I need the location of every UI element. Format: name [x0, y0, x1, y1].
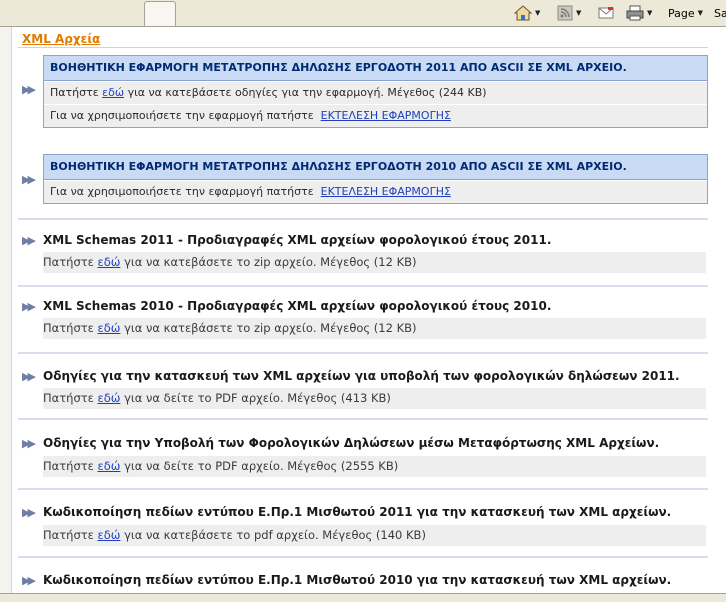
feeds-button[interactable]: ▼ [557, 4, 581, 22]
item-title: Κωδικοποίηση πεδίων εντύπου Ε.Πρ.1 Μισθω… [43, 573, 672, 587]
entry-divider [18, 285, 708, 287]
page-content: XML Αρχεία ▶▶ ΒΟΗΘΗΤΙΚΗ ΕΦΑΡΜΟΓΗ ΜΕΤΑΤΡΟ… [18, 27, 708, 593]
row-prefix: Πατήστε [50, 86, 99, 99]
entry-divider [18, 352, 708, 354]
item-download-row: Πατήστε εδώ για να κατεβάσετε το zip αρχ… [43, 252, 706, 273]
row-suffix: για να δείτε το PDF αρχείο. Μέγεθος (255… [124, 459, 399, 473]
double-arrow-icon: ▶▶ [22, 83, 36, 96]
download-link[interactable]: εδώ [98, 459, 121, 473]
double-arrow-icon: ▶▶ [22, 574, 36, 587]
download-link[interactable]: εδώ [98, 321, 121, 335]
app-box-2010: ΒΟΗΘΗΤΙΚΗ ΕΦΑΡΜΟΓΗ ΜΕΤΑΤΡΟΠΗΣ ΔΗΛΩΣΗΣ ΕΡ… [43, 154, 708, 204]
home-button[interactable]: ▼ [514, 4, 540, 22]
row-prefix: Πατήστε [43, 321, 94, 335]
page-menu[interactable]: Page ▼ [668, 4, 703, 22]
instructions-download-link[interactable]: εδώ [102, 86, 124, 99]
row-suffix: για να κατεβάσετε οδηγίες για την εφαρμο… [127, 86, 487, 99]
home-icon [514, 5, 532, 21]
run-app-row: Για να χρησιμοποιήσετε την εφαρμογή πατή… [44, 180, 707, 203]
item-title: XML Schemas 2010 - Προδιαγραφές XML αρχε… [43, 299, 552, 313]
chevron-down-icon: ▼ [535, 9, 541, 17]
mail-icon [598, 7, 614, 19]
item-download-row: Πατήστε εδώ για να κατεβάσετε το pdf αρχ… [43, 525, 706, 546]
chevron-down-icon: ▼ [647, 9, 653, 17]
row-suffix: για να κατεβάσετε το pdf αρχείο. Μέγεθος… [124, 528, 426, 542]
rss-feed-icon [557, 5, 573, 21]
print-button[interactable]: ▼ [626, 4, 652, 22]
safety-menu[interactable]: Sa [714, 4, 726, 22]
printer-icon [626, 5, 644, 21]
row-prefix: Πατήστε [43, 391, 94, 405]
read-mail-button[interactable] [598, 4, 614, 22]
double-arrow-icon: ▶▶ [22, 370, 36, 383]
item-download-row: Πατήστε εδώ για να κατεβάσετε το zip αρχ… [43, 318, 706, 339]
download-link[interactable]: εδώ [98, 528, 121, 542]
row-suffix: για να κατεβάσετε το zip αρχείο. Μέγεθος… [124, 321, 417, 335]
row-suffix: για να κατεβάσετε το zip αρχείο. Μέγεθος… [124, 255, 417, 269]
double-arrow-icon: ▶▶ [22, 437, 36, 450]
safety-menu-label: Sa [714, 6, 726, 20]
entry-divider [18, 488, 708, 490]
app-box-2011: ΒΟΗΘΗΤΙΚΗ ΕΦΑΡΜΟΓΗ ΜΕΤΑΤΡΟΠΗΣ ΔΗΛΩΣΗΣ ΕΡ… [43, 55, 708, 128]
row-suffix: για να δείτε το PDF αρχείο. Μέγεθος (413… [124, 391, 391, 405]
row-prefix: Για να χρησιμοποιήσετε την εφαρμογή πατή… [50, 185, 314, 198]
run-app-link[interactable]: ΕΚΤΕΛΕΣΗ ΕΦΑΡΜΟΓΗΣ [321, 185, 451, 198]
item-title: Οδηγίες για την Υποβολή των Φορολογικών … [43, 436, 660, 450]
double-arrow-icon: ▶▶ [22, 173, 36, 186]
row-prefix: Πατήστε [43, 528, 94, 542]
app-box-header: ΒΟΗΘΗΤΙΚΗ ΕΦΑΡΜΟΓΗ ΜΕΤΑΤΡΟΠΗΣ ΔΗΛΩΣΗΣ ΕΡ… [44, 155, 707, 180]
instructions-row: Πατήστε εδώ για να κατεβάσετε οδηγίες γι… [44, 81, 707, 104]
section-divider [18, 47, 708, 48]
row-prefix: Πατήστε [43, 459, 94, 473]
double-arrow-icon: ▶▶ [22, 234, 36, 247]
double-arrow-icon: ▶▶ [22, 300, 36, 313]
run-app-row: Για να χρησιμοποιήσετε την εφαρμογή πατή… [44, 104, 707, 127]
app-box-header: ΒΟΗΘΗΤΙΚΗ ΕΦΑΡΜΟΓΗ ΜΕΤΑΤΡΟΠΗΣ ΔΗΛΩΣΗΣ ΕΡ… [44, 56, 707, 81]
section-title-link[interactable]: XML Αρχεία [22, 32, 100, 46]
page-menu-label: Page [668, 6, 695, 20]
item-download-row: Πατήστε εδώ για να δείτε το PDF αρχείο. … [43, 388, 706, 409]
left-margin-panel [0, 27, 12, 593]
download-link[interactable]: εδώ [98, 255, 121, 269]
entry-divider [18, 556, 708, 558]
chevron-down-icon: ▼ [576, 9, 582, 17]
entry-divider [18, 418, 708, 420]
item-download-row: Πατήστε εδώ για να δείτε το PDF αρχείο. … [43, 456, 706, 477]
double-arrow-icon: ▶▶ [22, 506, 36, 519]
browser-command-bar: ▼ ▼ ▼ Page ▼ Sa [0, 0, 726, 27]
download-link[interactable]: εδώ [98, 391, 121, 405]
chevron-down-icon: ▼ [697, 9, 704, 17]
row-prefix: Πατήστε [43, 255, 94, 269]
item-title: Οδηγίες για την κατασκευή των XML αρχείω… [43, 369, 680, 383]
run-app-link[interactable]: ΕΚΤΕΛΕΣΗ ΕΦΑΡΜΟΓΗΣ [321, 109, 451, 122]
new-tab-button[interactable] [144, 1, 176, 26]
entry-divider [18, 218, 708, 220]
item-title: Κωδικοποίηση πεδίων εντύπου Ε.Πρ.1 Μισθω… [43, 505, 672, 519]
item-title: XML Schemas 2011 - Προδιαγραφές XML αρχε… [43, 233, 552, 247]
row-prefix: Για να χρησιμοποιήσετε την εφαρμογή πατή… [50, 109, 314, 122]
